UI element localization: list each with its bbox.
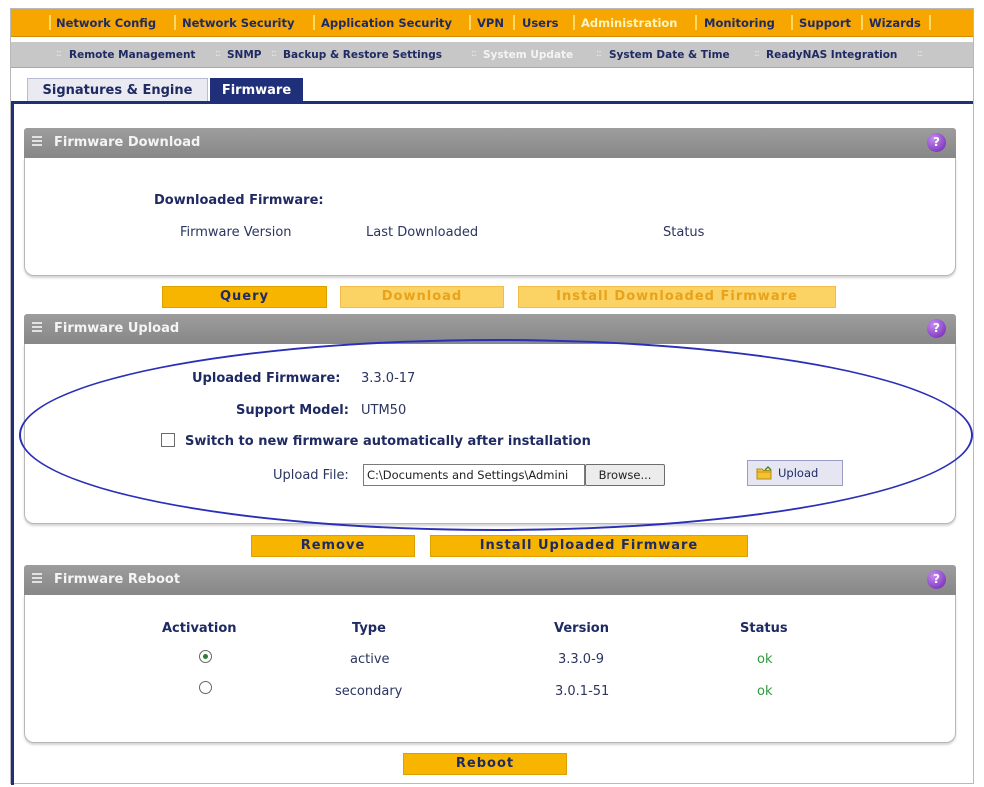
- support-model-value: UTM50: [361, 403, 407, 418]
- subnav-separator: ::: [215, 48, 221, 59]
- row-version: 3.0.1-51: [555, 684, 610, 699]
- help-icon[interactable]: ?: [927, 133, 946, 152]
- sub-nav-backup-restore[interactable]: Backup & Restore Settings: [283, 49, 442, 61]
- top-nav-application-security[interactable]: Application Security: [321, 16, 452, 30]
- row-type: active: [350, 652, 390, 667]
- sub-nav-remote-management[interactable]: Remote Management: [69, 49, 195, 61]
- content-left-border: [11, 101, 14, 785]
- row-version: 3.3.0-9: [558, 652, 605, 667]
- tab-underline: [11, 101, 973, 104]
- subnav-separator: ::: [596, 48, 602, 59]
- col-firmware-version: Firmware Version: [180, 225, 292, 240]
- top-nav-support[interactable]: Support: [799, 16, 851, 30]
- nav-separator: [929, 15, 931, 30]
- firmware-reboot-header: Firmware Reboot ?: [24, 565, 956, 595]
- browse-button[interactable]: Browse...: [585, 464, 665, 486]
- sub-nav-readynas-integration[interactable]: ReadyNAS Integration: [766, 49, 897, 61]
- uploaded-firmware-value: 3.3.0-17: [361, 371, 416, 386]
- row-status: ok: [757, 684, 773, 699]
- header-activation: Activation: [162, 621, 237, 636]
- radio-selected-dot: [203, 654, 208, 659]
- subnav-separator: ::: [917, 48, 923, 59]
- sub-nav-system-update[interactable]: System Update: [483, 49, 573, 61]
- row-status: ok: [757, 652, 773, 667]
- top-nav: Network Config Network Security Applicat…: [11, 9, 973, 37]
- subnav-separator: ::: [56, 48, 62, 59]
- firmware-download-panel: Downloaded Firmware: Firmware Version La…: [24, 158, 956, 276]
- help-icon[interactable]: ?: [927, 570, 946, 589]
- sub-nav: :: Remote Management :: SNMP :: Backup &…: [11, 42, 973, 68]
- folder-icon: [756, 466, 772, 480]
- query-button[interactable]: Query: [162, 286, 327, 308]
- grip-icon: [32, 573, 42, 585]
- top-nav-network-config[interactable]: Network Config: [56, 16, 156, 30]
- reboot-button[interactable]: Reboot: [403, 753, 567, 775]
- header-status: Status: [740, 621, 788, 636]
- subnav-separator: ::: [271, 48, 277, 59]
- support-model-label: Support Model:: [236, 403, 349, 418]
- row-type: secondary: [335, 684, 403, 699]
- upload-button-label: Upload: [778, 466, 819, 480]
- switch-firmware-checkbox[interactable]: [161, 433, 175, 447]
- uploaded-firmware-label: Uploaded Firmware:: [192, 371, 341, 386]
- top-nav-users[interactable]: Users: [522, 16, 559, 30]
- activation-radio-secondary[interactable]: [199, 681, 212, 694]
- nav-separator: [174, 15, 176, 30]
- nav-separator: [791, 15, 793, 30]
- firmware-upload-panel: Uploaded Firmware: 3.3.0-17 Support Mode…: [24, 344, 956, 524]
- upload-file-input[interactable]: C:\Documents and Settings\Admini: [363, 464, 585, 486]
- nav-separator: [49, 15, 51, 30]
- top-nav-administration[interactable]: Administration: [581, 16, 678, 30]
- grip-icon: [32, 136, 42, 148]
- top-nav-wizards[interactable]: Wizards: [869, 16, 921, 30]
- firmware-upload-header: Firmware Upload ?: [24, 314, 956, 344]
- nav-separator: [695, 15, 697, 30]
- firmware-reboot-panel: Activation Type Version Status active 3.…: [24, 595, 956, 743]
- firmware-download-title: Firmware Download: [54, 135, 201, 150]
- remove-button[interactable]: Remove: [251, 535, 415, 557]
- download-button[interactable]: Download: [340, 286, 504, 308]
- tab-signatures-engine[interactable]: Signatures & Engine: [27, 78, 208, 102]
- switch-firmware-label: Switch to new firmware automatically aft…: [185, 434, 591, 449]
- nav-separator: [861, 15, 863, 30]
- firmware-download-header: Firmware Download ?: [24, 128, 956, 158]
- col-status: Status: [663, 225, 705, 240]
- tab-firmware[interactable]: Firmware: [210, 78, 303, 102]
- firmware-upload-title: Firmware Upload: [54, 321, 180, 336]
- app-frame: Network Config Network Security Applicat…: [10, 8, 974, 785]
- help-icon[interactable]: ?: [927, 319, 946, 338]
- subnav-separator: ::: [754, 48, 760, 59]
- sub-nav-system-date-time[interactable]: System Date & Time: [609, 49, 730, 61]
- firmware-reboot-title: Firmware Reboot: [54, 572, 181, 587]
- nav-separator: [513, 15, 515, 30]
- subnav-separator: ::: [471, 48, 477, 59]
- top-nav-monitoring[interactable]: Monitoring: [704, 16, 775, 30]
- nav-separator: [573, 15, 575, 30]
- upload-button[interactable]: Upload: [747, 460, 843, 486]
- nav-separator: [469, 15, 471, 30]
- install-downloaded-firmware-button[interactable]: Install Downloaded Firmware: [518, 286, 836, 308]
- grip-icon: [32, 322, 42, 334]
- activation-radio-active[interactable]: [199, 650, 212, 663]
- upload-file-label: Upload File:: [273, 468, 349, 483]
- col-last-downloaded: Last Downloaded: [366, 225, 479, 240]
- header-version: Version: [554, 621, 609, 636]
- top-nav-network-security[interactable]: Network Security: [182, 16, 294, 30]
- downloaded-firmware-label: Downloaded Firmware:: [154, 193, 324, 208]
- nav-separator: [313, 15, 315, 30]
- top-nav-vpn[interactable]: VPN: [477, 16, 504, 30]
- header-type: Type: [352, 621, 386, 636]
- sub-nav-snmp[interactable]: SNMP: [227, 49, 262, 61]
- install-uploaded-firmware-button[interactable]: Install Uploaded Firmware: [430, 535, 748, 557]
